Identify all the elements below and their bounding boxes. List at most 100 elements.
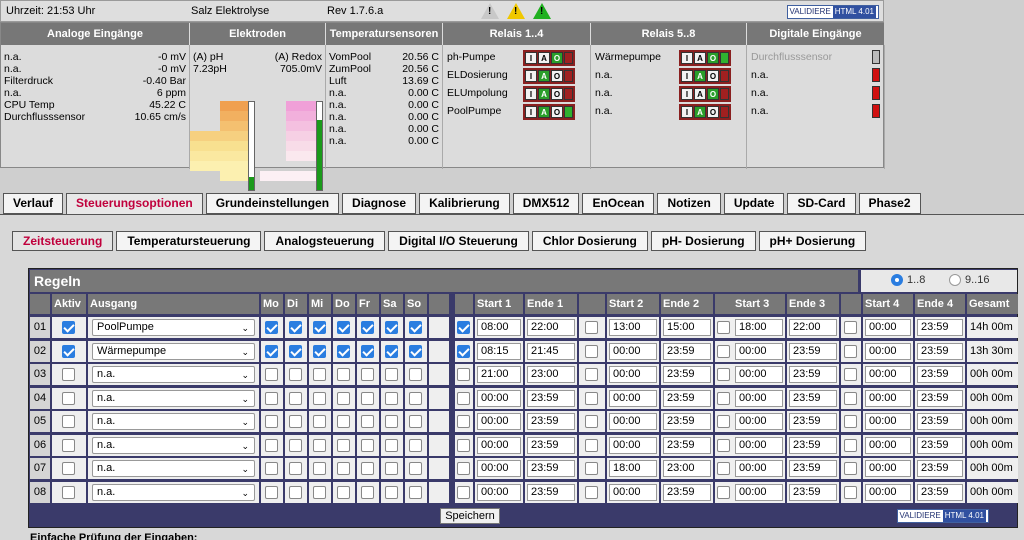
end-1-input[interactable]: 23:59 bbox=[527, 460, 575, 477]
relay-mode-a[interactable]: A bbox=[694, 88, 706, 100]
output-select[interactable]: PoolPumpe ⌄ bbox=[92, 319, 255, 336]
relay-switch[interactable]: IAO bbox=[523, 104, 575, 120]
end-4-input[interactable]: 23:59 bbox=[917, 413, 963, 430]
end-4-input[interactable]: 23:59 bbox=[917, 319, 963, 336]
end-2-input[interactable]: 23:59 bbox=[663, 366, 711, 383]
day-checkbox-mi[interactable] bbox=[313, 391, 326, 405]
start-1-input[interactable]: 00:00 bbox=[477, 413, 521, 430]
tab-verlauf[interactable]: Verlauf bbox=[3, 193, 64, 214]
enable-period-4-checkbox[interactable] bbox=[844, 321, 857, 334]
day-checkbox-sa[interactable] bbox=[385, 321, 398, 334]
end-1-input[interactable]: 23:59 bbox=[527, 436, 575, 454]
day-checkbox-sa[interactable] bbox=[385, 438, 398, 452]
day-checkbox-sa[interactable] bbox=[385, 462, 398, 475]
day-checkbox-mi[interactable] bbox=[313, 415, 326, 428]
day-checkbox-mo[interactable] bbox=[265, 462, 278, 475]
day-checkbox-sa[interactable] bbox=[385, 391, 398, 405]
day-checkbox-mo[interactable] bbox=[265, 415, 278, 428]
enable-period-4-checkbox[interactable] bbox=[844, 485, 857, 499]
day-checkbox-mi[interactable] bbox=[313, 321, 326, 334]
start-2-input[interactable]: 00:00 bbox=[609, 366, 657, 383]
end-3-input[interactable]: 23:59 bbox=[789, 460, 837, 477]
day-checkbox-so[interactable] bbox=[409, 321, 422, 334]
enable-period-1-checkbox[interactable] bbox=[457, 368, 470, 381]
subtab-analogsteuerung[interactable]: Analogsteuerung bbox=[264, 231, 386, 251]
relay-mode-i[interactable]: I bbox=[525, 70, 537, 82]
end-4-input[interactable]: 23:59 bbox=[917, 389, 963, 407]
relay-switch[interactable]: IAO bbox=[679, 68, 731, 84]
start-1-input[interactable]: 08:15 bbox=[477, 342, 521, 360]
day-checkbox-mo[interactable] bbox=[265, 438, 278, 452]
enable-period-4-checkbox[interactable] bbox=[844, 462, 857, 475]
relay-mode-o[interactable]: O bbox=[707, 106, 719, 118]
day-checkbox-do[interactable] bbox=[337, 391, 350, 405]
end-4-input[interactable]: 23:59 bbox=[917, 483, 963, 501]
enable-period-4-checkbox[interactable] bbox=[844, 438, 857, 452]
day-checkbox-di[interactable] bbox=[289, 415, 302, 428]
day-checkbox-mi[interactable] bbox=[313, 462, 326, 475]
aktiv-checkbox[interactable] bbox=[62, 415, 75, 428]
end-3-input[interactable]: 23:59 bbox=[789, 483, 837, 501]
relay-mode-a[interactable]: A bbox=[538, 70, 550, 82]
start-1-input[interactable]: 21:00 bbox=[477, 366, 521, 383]
end-2-input[interactable]: 23:00 bbox=[663, 460, 711, 477]
day-checkbox-fr[interactable] bbox=[361, 321, 374, 334]
enable-period-1-checkbox[interactable] bbox=[457, 462, 470, 475]
day-checkbox-so[interactable] bbox=[409, 368, 422, 381]
day-checkbox-so[interactable] bbox=[409, 391, 422, 405]
enable-period-3-checkbox[interactable] bbox=[717, 485, 730, 499]
relay-mode-o[interactable]: O bbox=[707, 88, 719, 100]
start-2-input[interactable]: 00:00 bbox=[609, 413, 657, 430]
enable-period-2-checkbox[interactable] bbox=[585, 321, 598, 334]
start-4-input[interactable]: 00:00 bbox=[865, 483, 911, 501]
start-4-input[interactable]: 00:00 bbox=[865, 436, 911, 454]
end-1-input[interactable]: 23:00 bbox=[527, 366, 575, 383]
day-checkbox-di[interactable] bbox=[289, 391, 302, 405]
output-select[interactable]: n.a. ⌄ bbox=[92, 413, 255, 430]
day-checkbox-mi[interactable] bbox=[313, 368, 326, 381]
enable-period-3-checkbox[interactable] bbox=[717, 321, 730, 334]
start-2-input[interactable]: 18:00 bbox=[609, 460, 657, 477]
enable-period-4-checkbox[interactable] bbox=[844, 344, 857, 358]
enable-period-3-checkbox[interactable] bbox=[717, 438, 730, 452]
enable-period-4-checkbox[interactable] bbox=[844, 391, 857, 405]
start-1-input[interactable]: 00:00 bbox=[477, 483, 521, 501]
day-checkbox-fr[interactable] bbox=[361, 485, 374, 499]
relay-mode-a[interactable]: A bbox=[538, 88, 550, 100]
end-4-input[interactable]: 23:59 bbox=[917, 342, 963, 360]
day-checkbox-sa[interactable] bbox=[385, 344, 398, 358]
aktiv-checkbox[interactable] bbox=[62, 391, 75, 405]
enable-period-3-checkbox[interactable] bbox=[717, 368, 730, 381]
enable-period-2-checkbox[interactable] bbox=[585, 462, 598, 475]
relay-switch[interactable]: IAO bbox=[679, 86, 731, 102]
tab-update[interactable]: Update bbox=[723, 193, 785, 214]
day-checkbox-do[interactable] bbox=[337, 415, 350, 428]
end-2-input[interactable]: 15:00 bbox=[663, 319, 711, 336]
start-3-input[interactable]: 00:00 bbox=[735, 460, 783, 477]
start-4-input[interactable]: 00:00 bbox=[865, 319, 911, 336]
day-checkbox-di[interactable] bbox=[289, 462, 302, 475]
aktiv-checkbox[interactable] bbox=[62, 438, 75, 452]
start-1-input[interactable]: 00:00 bbox=[477, 436, 521, 454]
relay-mode-i[interactable]: I bbox=[525, 52, 537, 64]
day-checkbox-fr[interactable] bbox=[361, 438, 374, 452]
day-checkbox-fr[interactable] bbox=[361, 391, 374, 405]
relay-switch[interactable]: IAO bbox=[523, 50, 575, 66]
enable-period-1-checkbox[interactable] bbox=[457, 485, 470, 499]
start-4-input[interactable]: 00:00 bbox=[865, 366, 911, 383]
relay-mode-o[interactable]: O bbox=[707, 70, 719, 82]
range-radio-1[interactable] bbox=[949, 274, 961, 286]
end-2-input[interactable]: 23:59 bbox=[663, 436, 711, 454]
tab-enocean[interactable]: EnOcean bbox=[582, 193, 655, 214]
day-checkbox-di[interactable] bbox=[289, 438, 302, 452]
end-3-input[interactable]: 23:59 bbox=[789, 389, 837, 407]
start-4-input[interactable]: 00:00 bbox=[865, 413, 911, 430]
day-checkbox-mi[interactable] bbox=[313, 485, 326, 499]
start-3-input[interactable]: 00:00 bbox=[735, 366, 783, 383]
end-1-input[interactable]: 23:59 bbox=[527, 483, 575, 501]
day-checkbox-sa[interactable] bbox=[385, 368, 398, 381]
start-3-input[interactable]: 00:00 bbox=[735, 483, 783, 501]
aktiv-checkbox[interactable] bbox=[62, 321, 75, 334]
relay-mode-i[interactable]: I bbox=[681, 70, 693, 82]
day-checkbox-do[interactable] bbox=[337, 321, 350, 334]
